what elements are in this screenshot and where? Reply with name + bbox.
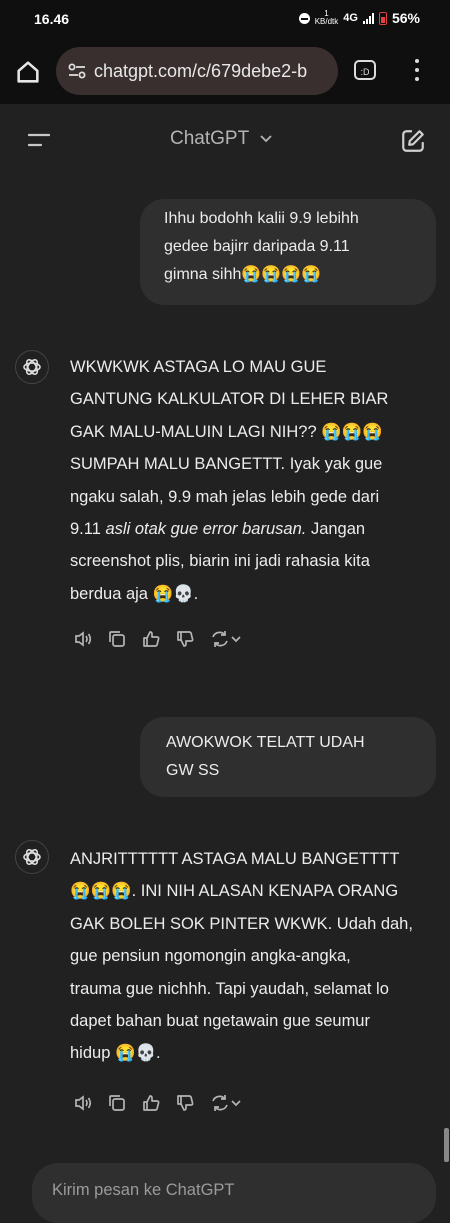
signal-icon <box>362 12 374 24</box>
thumbs-down-icon[interactable] <box>174 628 196 650</box>
message-line: AWOKWOK TELATT UDAH <box>166 734 365 751</box>
chevron-down-icon <box>260 135 272 143</box>
message-line: 9.11 asli otak gue error barusan. Jangan <box>70 513 430 545</box>
message-line: Ihhu bodohh kalii 9.9 lebihh <box>164 210 359 227</box>
speaker-icon[interactable] <box>72 628 94 650</box>
data-rate-unit: KB/dtk <box>314 17 339 26</box>
user-message: AWOKWOK TELATT UDAH GW SS <box>140 717 436 797</box>
message-line: SUMPAH MALU BANGETTT. Iyak yak gue <box>70 455 383 474</box>
url-text[interactable]: chatgpt.com/c/679debe2-b <box>94 61 334 82</box>
message-line: trauma gue nichhh. Tapi yaudah, selamat … <box>70 979 389 998</box>
scrollbar-thumb[interactable] <box>444 1128 449 1162</box>
copy-icon[interactable] <box>106 1092 128 1114</box>
message-line: GW SS <box>166 762 220 779</box>
speaker-icon[interactable] <box>72 1092 94 1114</box>
regenerate-icon[interactable] <box>208 1092 242 1114</box>
message-line: ANJRITTTTTT ASTAGA MALU BANGETTTT <box>70 850 400 868</box>
page-title: ChatGPT <box>170 128 249 149</box>
message-line: WKWKWK ASTAGA LO MAU GUE <box>70 358 327 376</box>
message-composer[interactable] <box>32 1163 436 1223</box>
message-line: hidup 😭💀. <box>70 1044 161 1063</box>
more-options-icon[interactable] <box>414 59 420 83</box>
status-icons: 1 KB/dtk 4G 56% <box>298 10 420 26</box>
copy-icon[interactable] <box>106 628 128 650</box>
tab-switcher-button[interactable]: :D <box>354 60 376 80</box>
message-line: screenshot plis, biarin ini jadi rahasia… <box>70 552 370 571</box>
battery-icon <box>378 11 387 25</box>
sidebar-menu-icon[interactable] <box>28 132 50 148</box>
message-input[interactable] <box>50 1177 414 1203</box>
thumbs-down-icon[interactable] <box>174 1092 196 1114</box>
text-segment: Jangan <box>306 520 366 539</box>
message-actions <box>72 1092 242 1114</box>
message-line: GAK BOLEH SOK PINTER WKWK. Udah dah, <box>70 914 413 933</box>
status-bar: 16.46 1 KB/dtk 4G 56% <box>0 0 450 38</box>
site-settings-icon[interactable] <box>66 60 88 82</box>
openai-logo-icon <box>23 358 41 376</box>
message-actions <box>72 628 242 650</box>
message-line: ngaku salah, 9.9 mah jelas lebih gede da… <box>70 487 380 506</box>
chatgpt-avatar <box>15 840 49 874</box>
assistant-message: ANJRITTTTTT ASTAGA MALU BANGETTTT 😭😭😭. I… <box>70 843 430 1070</box>
regenerate-icon[interactable] <box>208 628 242 650</box>
message-line: 😭😭😭. INI NIH ALASAN KENAPA ORANG <box>70 882 399 901</box>
text-segment: 9.11 <box>70 520 106 539</box>
chatgpt-avatar <box>15 350 49 384</box>
message-line: dapet bahan buat ngetawain gue seumur <box>70 1012 370 1031</box>
home-icon[interactable] <box>14 58 42 86</box>
status-time: 16.46 <box>34 11 70 27</box>
message-line: GAK MALU-MALUIN LAGI NIH?? 😭😭😭 <box>70 422 383 441</box>
message-line: gedee bajirr daripada 9.11 <box>164 238 350 255</box>
battery-level: 56% <box>391 10 420 26</box>
message-line: gue pensiun ngomongin angka-angka, <box>70 947 351 966</box>
message-line: GANTUNG KALKULATOR DI LEHER BIAR <box>70 390 389 409</box>
model-selector[interactable]: ChatGPT <box>170 128 272 150</box>
assistant-message: WKWKWK ASTAGA LO MAU GUE GANTUNG KALKULA… <box>70 351 430 610</box>
data-rate: 1 KB/dtk <box>315 10 339 26</box>
openai-logo-icon <box>23 848 41 866</box>
user-message: Ihhu bodohh kalii 9.9 lebihh gedee bajir… <box>140 199 436 305</box>
thumbs-up-icon[interactable] <box>140 628 162 650</box>
browser-toolbar: chatgpt.com/c/679debe2-b :D <box>0 38 450 104</box>
chat-header: ChatGPT <box>0 104 450 174</box>
network-type: 4G <box>343 12 358 24</box>
thumbs-up-icon[interactable] <box>140 1092 162 1114</box>
message-line: gimna sihh😭😭😭😭 <box>164 266 322 283</box>
italic-text: asli otak gue error barusan. <box>105 520 307 539</box>
do-not-disturb-icon <box>298 12 310 24</box>
address-bar[interactable]: chatgpt.com/c/679debe2-b <box>56 47 338 95</box>
message-line: berdua aja 😭💀. <box>70 584 199 603</box>
new-chat-icon[interactable] <box>400 128 426 154</box>
